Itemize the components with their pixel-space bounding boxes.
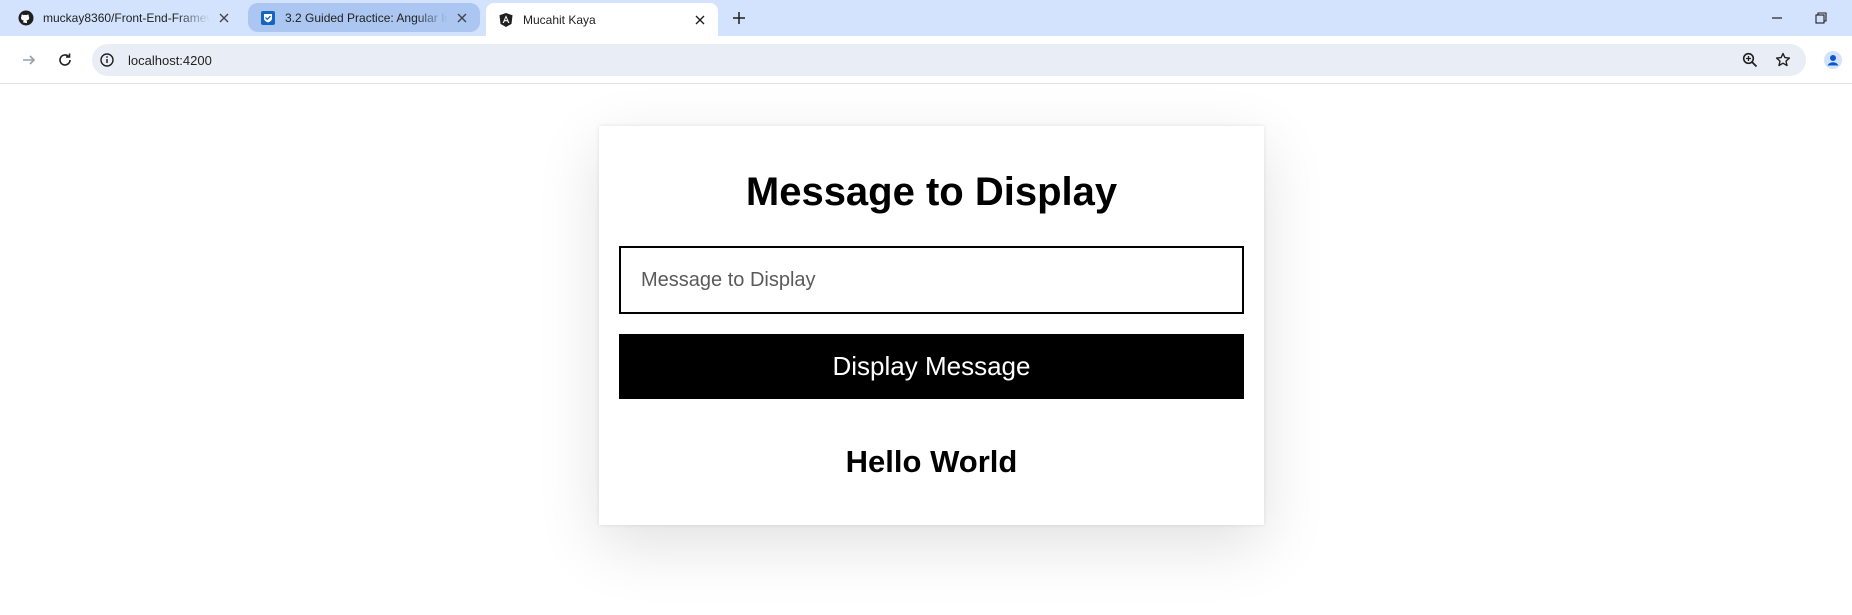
browser-toolbar: localhost:4200 bbox=[0, 36, 1852, 84]
shield-badge-icon bbox=[260, 10, 276, 26]
new-tab-icon[interactable] bbox=[728, 8, 750, 28]
forward-arrow-icon[interactable] bbox=[17, 48, 41, 72]
address-bar[interactable]: localhost:4200 bbox=[92, 44, 1806, 76]
github-icon bbox=[18, 10, 34, 26]
close-tab-icon[interactable] bbox=[454, 10, 470, 26]
displayed-message: Hello World bbox=[845, 444, 1018, 479]
address-text: localhost:4200 bbox=[128, 53, 212, 68]
profile-avatar-icon[interactable] bbox=[1822, 49, 1844, 71]
tab-active-app[interactable]: Mucahit Kaya bbox=[486, 3, 718, 36]
close-tab-icon[interactable] bbox=[216, 10, 232, 26]
site-info-icon[interactable] bbox=[99, 52, 115, 68]
tab-github-repo[interactable]: muckay8360/Front-End-Frameworks bbox=[6, 2, 242, 33]
angular-icon bbox=[498, 12, 514, 28]
tab-title: 3.2 Guided Practice: Angular Intro bbox=[285, 10, 448, 25]
tab-strip: muckay8360/Front-End-Frameworks 3.2 Guid… bbox=[0, 0, 1852, 36]
tab-guided-practice[interactable]: 3.2 Guided Practice: Angular Intro bbox=[248, 3, 480, 32]
reload-icon[interactable] bbox=[53, 48, 77, 72]
display-message-button[interactable]: Display Message bbox=[619, 334, 1244, 399]
tab-title: Mucahit Kaya bbox=[523, 12, 596, 27]
restore-icon[interactable] bbox=[1808, 6, 1834, 30]
message-card: Message to Display Display Message Hello… bbox=[599, 126, 1264, 525]
close-tab-icon[interactable] bbox=[692, 12, 708, 28]
zoom-icon[interactable] bbox=[1740, 50, 1760, 70]
page-title: Message to Display bbox=[745, 170, 1118, 214]
tab-title: muckay8360/Front-End-Frameworks bbox=[43, 10, 210, 25]
message-input[interactable] bbox=[619, 246, 1244, 314]
minimize-icon[interactable] bbox=[1764, 6, 1790, 30]
bookmark-star-icon[interactable] bbox=[1773, 50, 1793, 70]
